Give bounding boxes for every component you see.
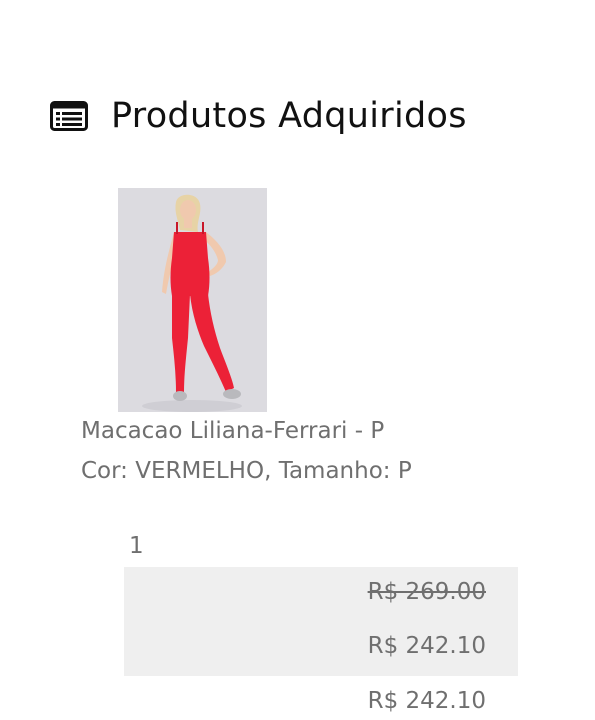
- product-quantity: 1: [129, 533, 144, 559]
- discounted-price: R$ 242.10: [367, 633, 486, 659]
- product-photo[interactable]: [118, 188, 267, 412]
- price-box: R$ 269.00 R$ 242.10: [124, 567, 518, 676]
- list-icon: [50, 101, 88, 131]
- page-title: Produtos Adquiridos: [111, 96, 467, 136]
- original-price: R$ 269.00: [367, 579, 486, 605]
- products-section-header: Produtos Adquiridos: [50, 92, 467, 140]
- product-name[interactable]: Macacao Liliana-Ferrari - P: [81, 418, 384, 444]
- product-variant: Cor: VERMELHO, Tamanho: P: [81, 458, 412, 484]
- total-price: R$ 242.10: [367, 688, 486, 714]
